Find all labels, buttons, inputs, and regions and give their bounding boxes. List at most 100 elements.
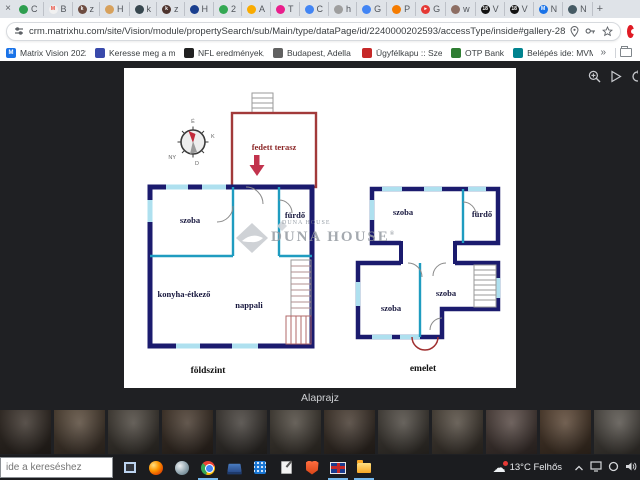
tab-favicon: M: [539, 5, 548, 14]
tab-title: C: [31, 2, 38, 16]
gray-app-icon[interactable]: [169, 455, 195, 480]
browser-tab[interactable]: M B: [44, 2, 73, 16]
flag-app-icon[interactable]: [325, 455, 351, 480]
browser-tab[interactable]: M N: [534, 2, 564, 16]
browser-tab[interactable]: C: [300, 2, 330, 16]
tab-title: N: [580, 2, 587, 16]
slideshow-play-icon[interactable]: [610, 70, 622, 88]
url-text: crm.matrixhu.com/site/Vision/module/prop…: [29, 26, 565, 37]
weather-widget[interactable]: ☁ 13°C Felhős: [489, 461, 566, 474]
taskbar-search-input[interactable]: [0, 457, 113, 478]
gallery-thumbnail[interactable]: [108, 410, 159, 454]
rotate-icon[interactable]: [631, 70, 638, 88]
bookmarks-overflow-chevron[interactable]: »: [595, 47, 611, 58]
desktop-screen: × C M B k z H: [0, 0, 640, 480]
browser-tab[interactable]: 2: [214, 2, 242, 16]
gallery-toolbar: [588, 70, 638, 88]
gallery-thumbnail[interactable]: [324, 410, 375, 454]
tab-favicon: [247, 5, 256, 14]
gallery-thumbnail[interactable]: [594, 410, 640, 454]
browser-tab[interactable]: k z: [73, 2, 101, 16]
bookmark-item[interactable]: Budapest, Adella 06...: [273, 48, 353, 58]
bookmark-favicon: [95, 48, 105, 58]
gallery-thumbnail[interactable]: [378, 410, 429, 454]
laptop-app-icon[interactable]: [221, 455, 247, 480]
bookmark-item[interactable]: Keresse meg a mobi...: [95, 48, 175, 58]
brave-icon[interactable]: [299, 455, 325, 480]
tab-title: h: [346, 2, 351, 16]
gallery-thumbnail[interactable]: [162, 410, 213, 454]
weather-text: 13°C Felhős: [510, 462, 562, 473]
chrome-icon[interactable]: [195, 455, 221, 480]
tab-favicon: [305, 5, 314, 14]
browser-tab[interactable]: ▸ G: [416, 2, 446, 16]
browser-tab[interactable]: P: [387, 2, 416, 16]
bookmark-item[interactable]: Belépés ide: MVM-fi...: [513, 48, 593, 58]
floorplan-image[interactable]: É K D NY fedett terasz szoba fürdő konyh…: [124, 68, 516, 388]
gallery-thumbnail[interactable]: [216, 410, 267, 454]
other-bookmarks-folder-icon[interactable]: [620, 48, 632, 57]
close-tab-icon[interactable]: ×: [2, 0, 14, 18]
browser-tab[interactable]: H: [100, 2, 130, 16]
tab-favicon: [219, 5, 228, 14]
browser-tab[interactable]: k: [130, 2, 158, 16]
notes-app-icon[interactable]: [273, 455, 299, 480]
gallery-thumbnail[interactable]: [432, 410, 483, 454]
firefox-icon[interactable]: [143, 455, 169, 480]
file-explorer-icon[interactable]: [351, 455, 377, 480]
tray-chevron-up-icon[interactable]: [574, 459, 584, 477]
bookmark-favicon: M: [6, 48, 16, 58]
tray-onedrive-icon[interactable]: [608, 459, 619, 477]
browser-tab[interactable]: w: [446, 2, 476, 16]
gallery-thumbnail[interactable]: [486, 410, 537, 454]
calculator-icon[interactable]: [247, 455, 273, 480]
browser-tab[interactable]: k z: [157, 2, 185, 16]
browser-tab[interactable]: h: [329, 2, 357, 16]
tab-title: V: [493, 2, 499, 16]
browser-tab[interactable]: H: [185, 2, 215, 16]
gallery-thumbnail[interactable]: [0, 410, 51, 454]
bookmark-star-icon[interactable]: [602, 26, 613, 37]
new-tab-button[interactable]: +: [597, 3, 603, 15]
bookmark-label: Belépés ide: MVM-fi...: [527, 48, 593, 58]
gallery-thumbnail[interactable]: [54, 410, 105, 454]
watermark-small: DUNA HOUSE: [282, 220, 331, 226]
browser-tab[interactable]: 18 V: [476, 2, 505, 16]
tab-favicon: [105, 5, 114, 14]
gallery-thumbnail[interactable]: [270, 410, 321, 454]
bookmark-item[interactable]: Ügyfélkapu :: Szemé...: [362, 48, 442, 58]
bookmark-item[interactable]: M Matrix Vision 2022: [6, 48, 86, 58]
tab-title: V: [522, 2, 528, 16]
location-pin-icon[interactable]: [570, 26, 579, 37]
tab-title: C: [317, 2, 324, 16]
browser-tab[interactable]: C: [14, 2, 44, 16]
browser-tab[interactable]: 18 V: [505, 2, 534, 16]
red-extension-icon[interactable]: [627, 25, 634, 38]
site-settings-icon[interactable]: [14, 26, 24, 36]
tab-title: G: [374, 2, 381, 16]
tab-strip: × C M B k z H: [0, 0, 640, 18]
address-bar[interactable]: crm.matrixhu.com/site/Vision/module/prop…: [6, 22, 621, 41]
tab-title: z: [90, 2, 95, 16]
bookmark-item[interactable]: NFL eredmények, A...: [184, 48, 264, 58]
bookmark-item[interactable]: OTP Bank: [451, 48, 504, 58]
label-ground-floor: földszint: [168, 366, 248, 376]
task-view-icon[interactable]: [117, 455, 143, 480]
browser-tab[interactable]: T: [271, 2, 300, 16]
tray-display-icon[interactable]: [590, 459, 602, 477]
label-bath-gf: fürdő: [270, 210, 320, 220]
browser-tab[interactable]: A: [242, 2, 271, 16]
zoom-in-icon[interactable]: [588, 70, 601, 88]
svg-text:K: K: [211, 134, 215, 140]
gallery-thumbnail[interactable]: [540, 410, 591, 454]
bookmark-label: OTP Bank: [465, 48, 504, 58]
tab-favicon: ▸: [421, 5, 430, 14]
browser-tab[interactable]: G: [357, 2, 387, 16]
browser-tab[interactable]: N: [563, 2, 593, 16]
tray-volume-icon[interactable]: [625, 459, 638, 477]
label-bath-up: fürdő: [457, 209, 507, 219]
watermark-large: DUNA HOUSE®: [271, 229, 396, 246]
tab-favicon: [451, 5, 460, 14]
key-icon[interactable]: [585, 26, 596, 36]
browser-toolbar: crm.matrixhu.com/site/Vision/module/prop…: [0, 18, 640, 44]
